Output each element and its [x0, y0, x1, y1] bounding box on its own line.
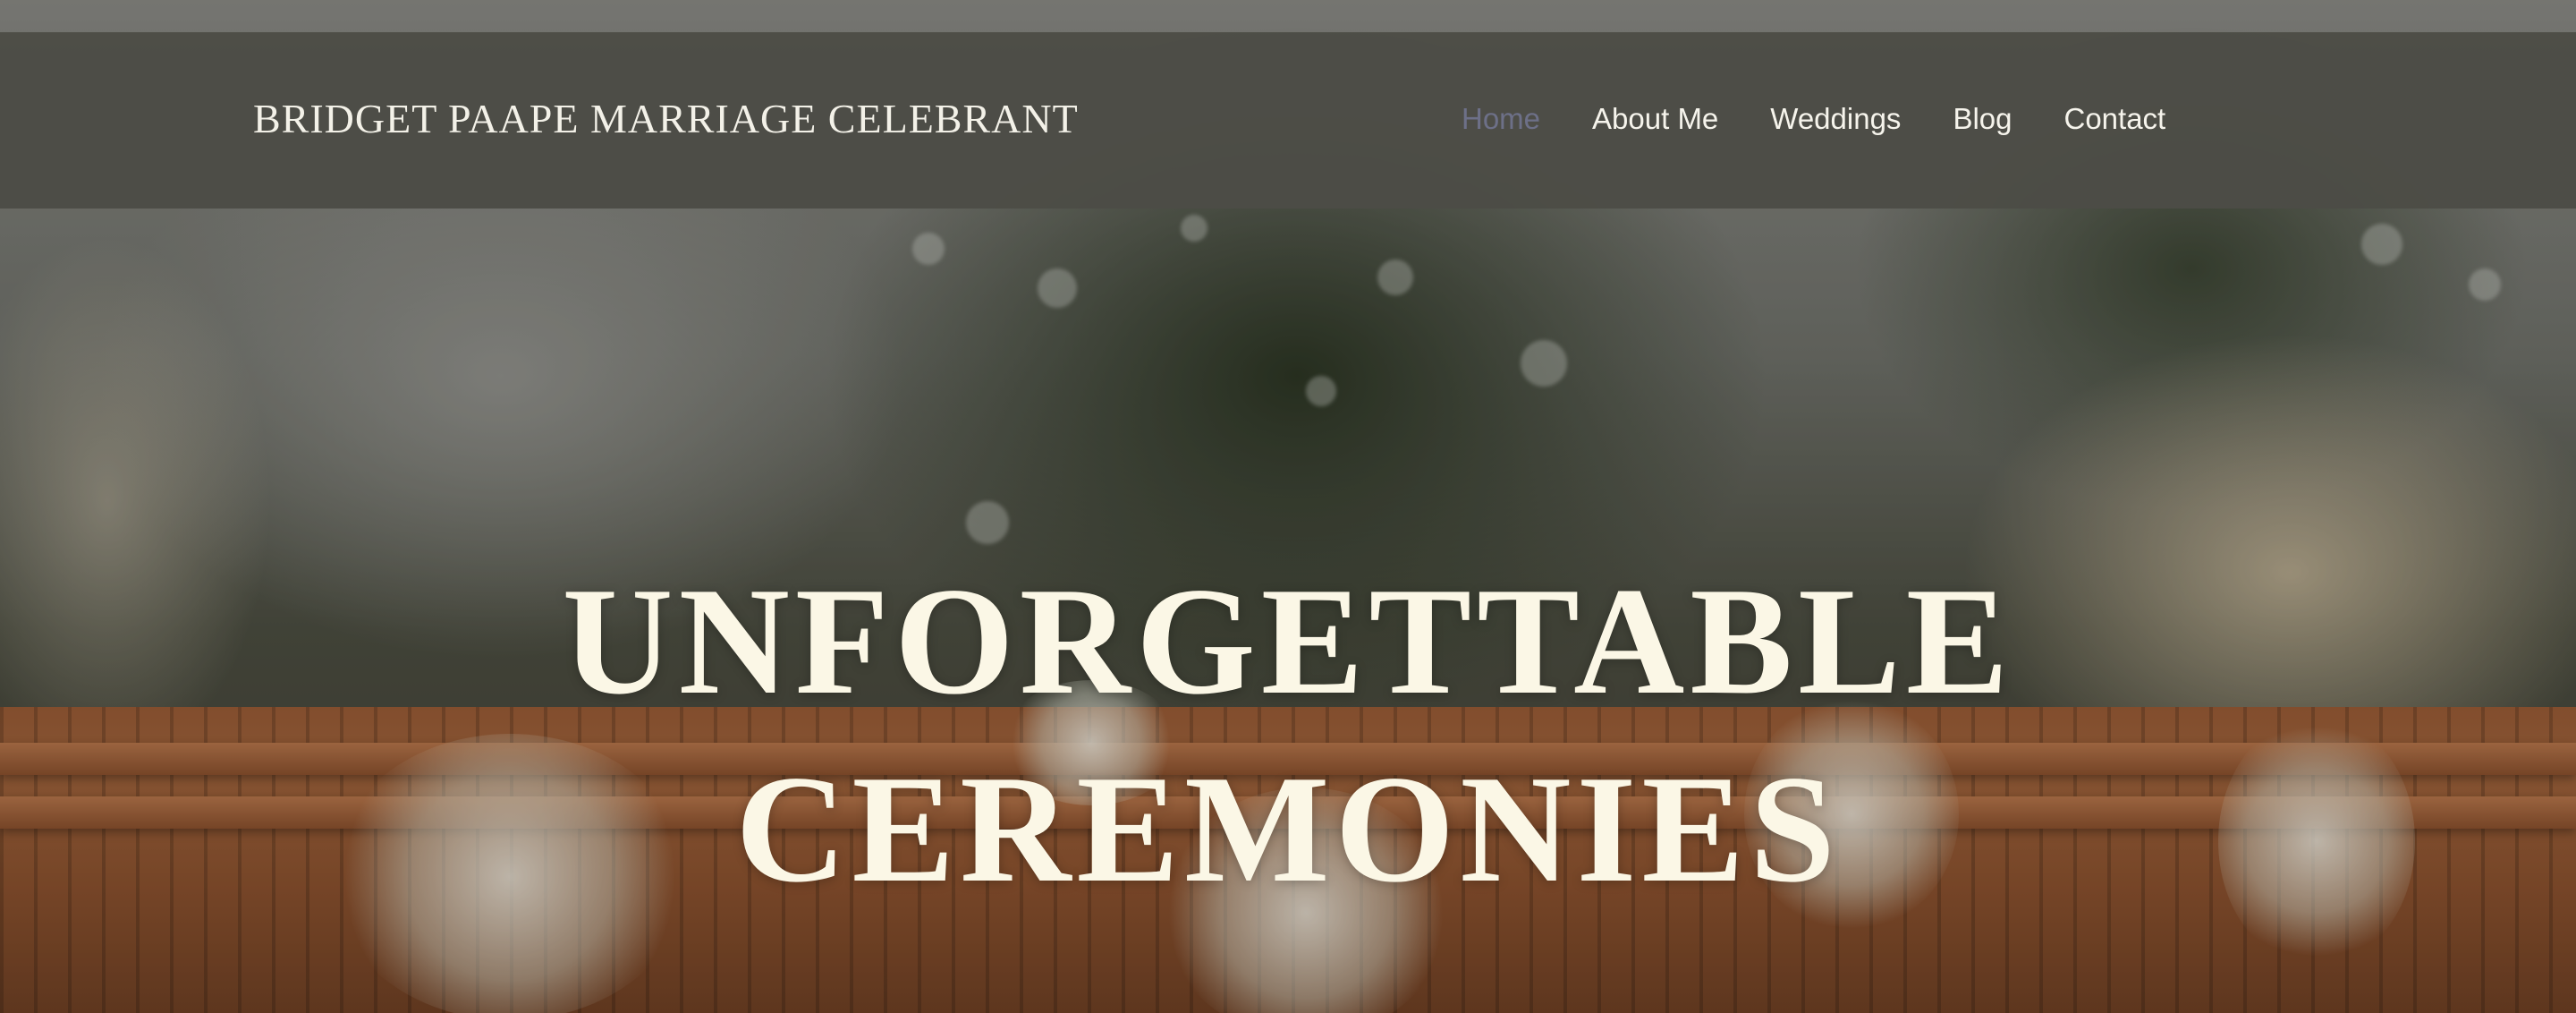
hero-headline: UNFORGETTABLE CEREMONIES — [0, 548, 2576, 924]
main-nav: Home About Me Weddings Blog Contact — [1462, 102, 2217, 136]
nav-home[interactable]: Home — [1462, 102, 1540, 136]
site-header: BRIDGET PAAPE MARRIAGE CELEBRANT Home Ab… — [0, 32, 2576, 209]
site-title-link[interactable]: BRIDGET PAAPE MARRIAGE CELEBRANT — [253, 95, 1079, 142]
nav-contact[interactable]: Contact — [2064, 102, 2166, 136]
nav-about-me[interactable]: About Me — [1592, 102, 1718, 136]
headline-line-2: CEREMONIES — [735, 745, 1841, 915]
nav-weddings[interactable]: Weddings — [1770, 102, 1901, 136]
headline-line-1: UNFORGETTABLE — [562, 557, 2014, 727]
nav-blog[interactable]: Blog — [1953, 102, 2012, 136]
